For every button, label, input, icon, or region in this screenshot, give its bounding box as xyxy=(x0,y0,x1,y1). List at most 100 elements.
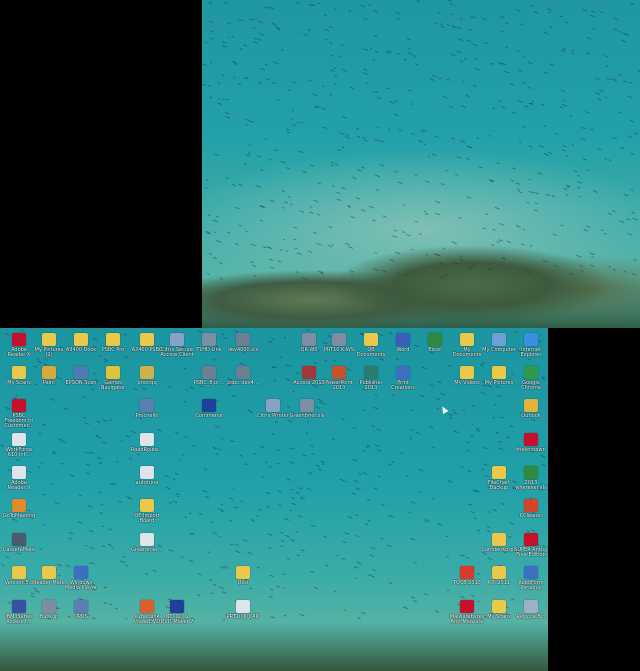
desktop-icon[interactable]: theknotown xyxy=(514,433,548,453)
fish-mark xyxy=(565,155,569,157)
fish-mark xyxy=(259,33,264,36)
desktop-icon[interactable]: Windows Media Player xyxy=(64,566,98,591)
secondary-monitor-wallpaper xyxy=(202,0,640,328)
fish-mark xyxy=(581,126,586,130)
desktop-icon[interactable]: Citrix Secure Access Client xyxy=(160,333,194,358)
fish-mark xyxy=(322,107,326,110)
desktop-icon[interactable]: Version_5.0 xyxy=(2,566,36,586)
desktop-icon[interactable]: PRT10.K CAD xyxy=(226,600,260,620)
desktop-icon[interactable]: QR.WS xyxy=(292,333,326,353)
desktop-icon[interactable]: Adobe Reader 9 xyxy=(2,466,36,491)
desktop-icon[interactable]: CCleaner xyxy=(514,499,548,519)
fish-mark xyxy=(350,216,356,219)
desktop-icon[interactable]: My Documents xyxy=(450,333,484,358)
desktop-icon[interactable]: Google Chrome xyxy=(514,366,548,391)
desktop-icon[interactable]: Ucsl xyxy=(226,566,260,586)
desktop-icon[interactable]: GoToMeeting xyxy=(2,499,36,519)
desktop-icon[interactable]: Backup xyxy=(32,600,66,620)
desktop-icon[interactable]: CamdenKorpo xyxy=(481,533,517,553)
desktop-icon[interactable]: Recycle Bin xyxy=(514,600,548,620)
desktop-icon[interactable]: Publisher 2013 xyxy=(354,366,388,391)
desktop-icon[interactable]: PSBC_8.pr… xyxy=(192,366,226,386)
fish-mark xyxy=(251,120,255,123)
fish-mark xyxy=(549,63,555,67)
desktop-icon[interactable]: Reader Mate xyxy=(32,566,66,586)
fish-mark xyxy=(276,462,280,465)
fish-mark xyxy=(439,23,443,26)
fish-mark xyxy=(405,274,409,277)
fish-mark xyxy=(262,245,267,249)
desktop-icon[interactable]: KPI 2011 xyxy=(482,566,516,586)
desktop-icon[interactable]: TQSB 2013 xyxy=(450,566,484,586)
desktop-icon[interactable]: autorune xyxy=(130,466,164,486)
desktop-icon[interactable]: CyberLink PowerDVD xyxy=(130,600,164,625)
desktop-icon[interactable]: CasseteMate xyxy=(2,533,36,553)
desktop-icon[interactable]: My Videos xyxy=(450,366,484,386)
fish-mark xyxy=(374,393,378,396)
fish-mark xyxy=(374,138,380,142)
desktop-icon[interactable]: OE Import Board xyxy=(130,499,164,524)
fish-mark xyxy=(115,460,119,463)
desktop-icon[interactable]: Paint xyxy=(32,366,66,386)
desktop-icon[interactable]: PSBC Freedom to Customer… xyxy=(2,399,36,429)
fish-mark xyxy=(217,82,221,84)
desktop-icon[interactable]: FileChart Backup xyxy=(482,466,516,491)
desktop-icon[interactable]: Citrix Printer xyxy=(256,399,290,419)
desktop-icon[interactable]: psbc_dev4… xyxy=(226,366,260,386)
desktop-icon[interactable]: PSBC Pro xyxy=(96,333,130,353)
desktop-icon[interactable]: UPUS xyxy=(64,600,98,620)
desktop-icon[interactable]: Outlook xyxy=(514,399,548,419)
fish-mark xyxy=(630,189,634,191)
desktop-icon[interactable]: My Pictures (2) xyxy=(32,333,66,358)
fish-mark xyxy=(482,227,486,230)
desktop-icon[interactable]: WorkForce 610 Inf… xyxy=(2,433,36,458)
fish-mark xyxy=(468,146,473,149)
desktop-icon[interactable]: SUPER Antisy Free Edition xyxy=(514,533,548,558)
desktop-icon[interactable]: Excel xyxy=(418,333,452,353)
fish-mark xyxy=(489,179,495,182)
desktop-icon[interactable]: Games Navigator xyxy=(96,366,130,391)
fish-mark xyxy=(347,204,351,207)
desktop-icon[interactable]: RoboForm Personal xyxy=(514,566,548,591)
desktop-icon[interactable]: 2013 wherever.xls xyxy=(514,466,548,491)
desktop-icon[interactable]: IBM iSeries Access f… xyxy=(2,600,36,625)
desktop-icon[interactable]: Prochelin xyxy=(130,399,164,419)
desktop-icon[interactable]: dev4000.xls xyxy=(226,333,260,353)
desktop-icon[interactable]: RoadRoute… xyxy=(130,433,164,453)
fish-mark xyxy=(253,452,257,455)
fish-mark xyxy=(410,596,416,599)
desktop-icon[interactable]: EPSON Scan xyxy=(64,366,98,386)
desktop-icon[interactable]: Greenbrier.xls xyxy=(290,399,325,419)
desktop-icon[interactable]: Print Creations xyxy=(386,366,420,391)
fish-mark xyxy=(325,39,328,41)
fish-mark xyxy=(510,425,514,428)
fish-mark xyxy=(272,366,278,369)
desktop-icon[interactable]: NTI CD & DVD-Maker 7 xyxy=(160,600,194,625)
desktop-icon[interactable]: PowerPoint 2013 xyxy=(322,366,356,391)
fish-mark xyxy=(290,539,296,542)
fish-mark xyxy=(489,62,494,65)
app-icon xyxy=(460,566,474,579)
desktop-icon[interactable]: Access 2013 xyxy=(292,366,326,386)
desktop-icon[interactable]: A3400 PSBC xyxy=(130,333,164,353)
desktop-icon[interactable]: PRT10.K.WS xyxy=(322,333,356,353)
file-icon xyxy=(236,366,250,379)
desktop-icon[interactable]: My Scans xyxy=(2,366,36,386)
desktop-icon[interactable]: QB Documents xyxy=(354,333,388,358)
desktop-icon[interactable]: A3400 Dock xyxy=(64,333,98,353)
desktop-icon[interactable]: Word xyxy=(386,333,420,353)
desktop-icon[interactable]: Internet Explorer xyxy=(514,333,548,358)
fish-mark xyxy=(109,483,114,486)
desktop-icon[interactable]: Malwarebytes Anti-Malware xyxy=(450,600,484,625)
desktop-icon[interactable]: My Computer xyxy=(482,333,516,353)
desktop-icon[interactable]: My Scans xyxy=(482,600,516,620)
fish-mark xyxy=(468,28,473,31)
desktop-icon[interactable]: Adobe Reader X xyxy=(2,333,36,358)
desktop-icon[interactable]: Greenbrier… xyxy=(130,533,164,553)
desktop-icon[interactable]: TLHD Link xyxy=(192,333,226,353)
desktop-icon[interactable]: Commerce xyxy=(192,399,226,419)
fish-mark xyxy=(272,23,277,26)
fish-mark xyxy=(365,82,368,85)
desktop-icon[interactable]: procrqq xyxy=(130,366,164,386)
desktop-icon[interactable]: My Pictures xyxy=(482,366,516,386)
